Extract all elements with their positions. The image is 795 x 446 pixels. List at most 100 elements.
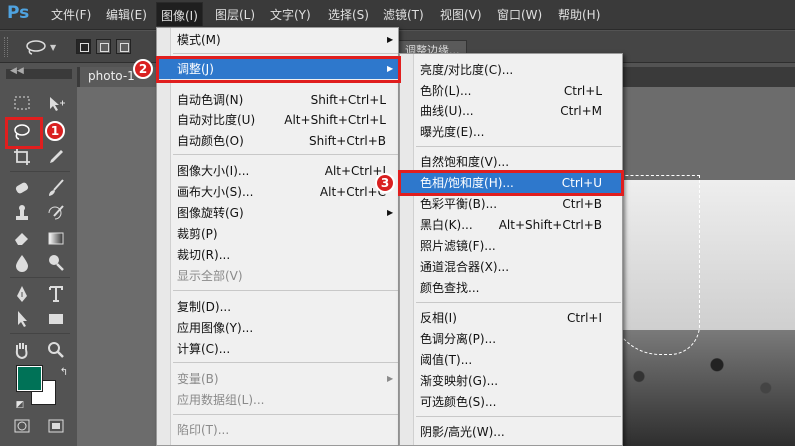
add-selection-button[interactable] bbox=[96, 39, 111, 54]
menu-item-label: 图像大小(I)... bbox=[177, 164, 250, 178]
menu-separator bbox=[416, 416, 621, 417]
menu-item-auto-contrast[interactable]: 自动对比度(U) Alt+Shift+Ctrl+L bbox=[157, 110, 398, 130]
menu-filter[interactable]: 滤镜(T) bbox=[383, 6, 424, 23]
menu-item-label: 显示全部(V) bbox=[177, 269, 243, 283]
subtract-selection-button[interactable] bbox=[116, 39, 131, 54]
menu-item-crop[interactable]: 裁剪(P) bbox=[157, 224, 398, 244]
menu-item-color-lookup[interactable]: 颜色查找... bbox=[400, 278, 622, 298]
eraser-tool-icon[interactable] bbox=[10, 227, 34, 249]
adjustments-submenu: 亮度/对比度(C)... 色阶(L)... Ctrl+L 曲线(U)... Ct… bbox=[399, 53, 623, 446]
menu-item-mode[interactable]: 模式(M) ▶ bbox=[157, 30, 398, 50]
menu-item-label: 陷印(T)... bbox=[177, 423, 230, 437]
menu-item-label: 曲线(U)... bbox=[420, 104, 474, 118]
menu-item-vibrance[interactable]: 自然饱和度(V)... bbox=[400, 152, 622, 172]
toolbox-header[interactable]: ◀◀ bbox=[6, 66, 72, 79]
menu-item-label: 渐变映射(G)... bbox=[420, 374, 499, 388]
menu-item-threshold[interactable]: 阈值(T)... bbox=[400, 350, 622, 370]
menu-type[interactable]: 文字(Y) bbox=[270, 6, 311, 23]
menu-item-shortcut: Ctrl+L bbox=[563, 84, 602, 98]
toolbox-divider bbox=[10, 277, 70, 278]
history-brush-tool-icon[interactable] bbox=[44, 202, 68, 224]
menu-item-auto-tone[interactable]: 自动色调(N) Shift+Ctrl+L bbox=[157, 90, 398, 110]
menu-item-selective-color[interactable]: 可选颜色(S)... bbox=[400, 392, 622, 412]
menu-item-image-rotation[interactable]: 图像旋转(G) ▶ bbox=[157, 203, 398, 223]
menu-item-apply-image[interactable]: 应用图像(Y)... bbox=[157, 318, 398, 338]
menu-item-trim[interactable]: 裁切(R)... bbox=[157, 245, 398, 265]
spot-healing-tool-icon[interactable] bbox=[10, 177, 34, 199]
dodge-tool-icon[interactable] bbox=[44, 252, 68, 274]
submenu-arrow-icon: ▶ bbox=[387, 374, 394, 383]
pen-tool-icon[interactable] bbox=[10, 283, 34, 305]
menu-help[interactable]: 帮助(H) bbox=[558, 6, 600, 23]
rectangle-tool-icon[interactable] bbox=[44, 308, 68, 330]
menu-item-shortcut: Ctrl+I bbox=[567, 311, 602, 325]
menu-item-label: 阴影/高光(W)... bbox=[420, 425, 505, 439]
marquee-tool-icon[interactable] bbox=[10, 93, 34, 115]
clone-stamp-tool-icon[interactable] bbox=[10, 202, 34, 224]
screen-mode-icon[interactable] bbox=[44, 415, 68, 437]
zoom-tool-icon[interactable] bbox=[44, 339, 68, 361]
menu-item-label: 图像旋转(G) bbox=[177, 206, 244, 220]
submenu-arrow-icon: ▶ bbox=[387, 208, 394, 217]
menu-item-label: 自动色调(N) bbox=[177, 93, 244, 107]
menu-item-levels[interactable]: 色阶(L)... Ctrl+L bbox=[400, 81, 622, 101]
image-menu: 模式(M) ▶ 调整(J) ▶ 自动色调(N) Shift+Ctrl+L 自动对… bbox=[156, 27, 399, 446]
menu-item-label: 色彩平衡(B)... bbox=[420, 197, 498, 211]
menu-item-canvas-size[interactable]: 画布大小(S)... Alt+Ctrl+C bbox=[157, 182, 398, 202]
quick-mask-icon[interactable] bbox=[10, 415, 34, 437]
preset-dropdown-arrow-icon[interactable]: ▼ bbox=[50, 43, 56, 52]
path-selection-tool-icon[interactable] bbox=[10, 308, 34, 330]
menu-edit[interactable]: 编辑(E) bbox=[106, 6, 147, 23]
menu-select[interactable]: 选择(S) bbox=[328, 6, 369, 23]
default-colors-icon[interactable]: ◩ bbox=[8, 394, 32, 416]
foreground-color-swatch[interactable] bbox=[16, 365, 43, 392]
menu-separator bbox=[173, 154, 398, 155]
menu-item-reveal-all: 显示全部(V) bbox=[157, 266, 398, 286]
menu-view[interactable]: 视图(V) bbox=[440, 6, 482, 23]
annotation-box-adjustments bbox=[156, 56, 401, 83]
hand-tool-icon[interactable] bbox=[10, 339, 34, 361]
menu-separator bbox=[416, 302, 621, 303]
type-tool-icon[interactable] bbox=[44, 283, 68, 305]
menu-image[interactable]: 图像(I) bbox=[156, 2, 203, 26]
blur-tool-icon[interactable] bbox=[10, 252, 34, 274]
menu-separator bbox=[173, 290, 398, 291]
menu-separator bbox=[173, 53, 398, 54]
eyedropper-tool-icon[interactable] bbox=[44, 146, 68, 168]
menu-item-label: 阈值(T)... bbox=[420, 353, 473, 367]
menu-item-exposure[interactable]: 曝光度(E)... bbox=[400, 122, 622, 142]
move-tool-icon[interactable] bbox=[44, 93, 68, 115]
menu-item-shortcut: Ctrl+B bbox=[562, 197, 602, 211]
lasso-preset-icon[interactable] bbox=[24, 39, 48, 55]
menu-item-channel-mixer[interactable]: 通道混合器(X)... bbox=[400, 257, 622, 277]
menu-item-auto-color[interactable]: 自动颜色(O) Shift+Ctrl+B bbox=[157, 131, 398, 151]
menu-item-invert[interactable]: 反相(I) Ctrl+I bbox=[400, 308, 622, 328]
menu-item-color-balance[interactable]: 色彩平衡(B)... Ctrl+B bbox=[400, 194, 622, 214]
crop-tool-icon[interactable] bbox=[10, 146, 34, 168]
brush-tool-icon[interactable] bbox=[44, 177, 68, 199]
new-selection-button[interactable] bbox=[76, 39, 91, 54]
menu-item-duplicate[interactable]: 复制(D)... bbox=[157, 297, 398, 317]
menu-layer[interactable]: 图层(L) bbox=[215, 6, 255, 23]
menu-item-curves[interactable]: 曲线(U)... Ctrl+M bbox=[400, 101, 622, 121]
menu-item-photo-filter[interactable]: 照片滤镜(F)... bbox=[400, 236, 622, 256]
photo-crowd bbox=[600, 330, 795, 446]
menu-item-image-size[interactable]: 图像大小(I)... Alt+Ctrl+I bbox=[157, 161, 398, 181]
menu-item-shadows-highlights[interactable]: 阴影/高光(W)... bbox=[400, 422, 622, 442]
menu-item-black-white[interactable]: 黑白(K)... Alt+Shift+Ctrl+B bbox=[400, 215, 622, 235]
menu-item-brightness-contrast[interactable]: 亮度/对比度(C)... bbox=[400, 60, 622, 80]
menu-item-label: 模式(M) bbox=[177, 33, 221, 47]
menu-item-label: 裁剪(P) bbox=[177, 227, 218, 241]
menu-item-calculations[interactable]: 计算(C)... bbox=[157, 339, 398, 359]
gradient-tool-icon[interactable] bbox=[44, 227, 68, 249]
menu-item-gradient-map[interactable]: 渐变映射(G)... bbox=[400, 371, 622, 391]
menu-item-label: 色阶(L)... bbox=[420, 84, 472, 98]
annotation-box-lasso bbox=[5, 117, 43, 149]
toolbox-divider bbox=[10, 333, 70, 334]
menu-item-shortcut: Alt+Shift+Ctrl+L bbox=[284, 113, 386, 127]
options-grip[interactable] bbox=[4, 37, 8, 57]
menu-file[interactable]: 文件(F) bbox=[51, 6, 91, 23]
photoshop-logo: Ps bbox=[7, 3, 30, 23]
menu-item-posterize[interactable]: 色调分离(P)... bbox=[400, 329, 622, 349]
menu-window[interactable]: 窗口(W) bbox=[497, 6, 542, 23]
